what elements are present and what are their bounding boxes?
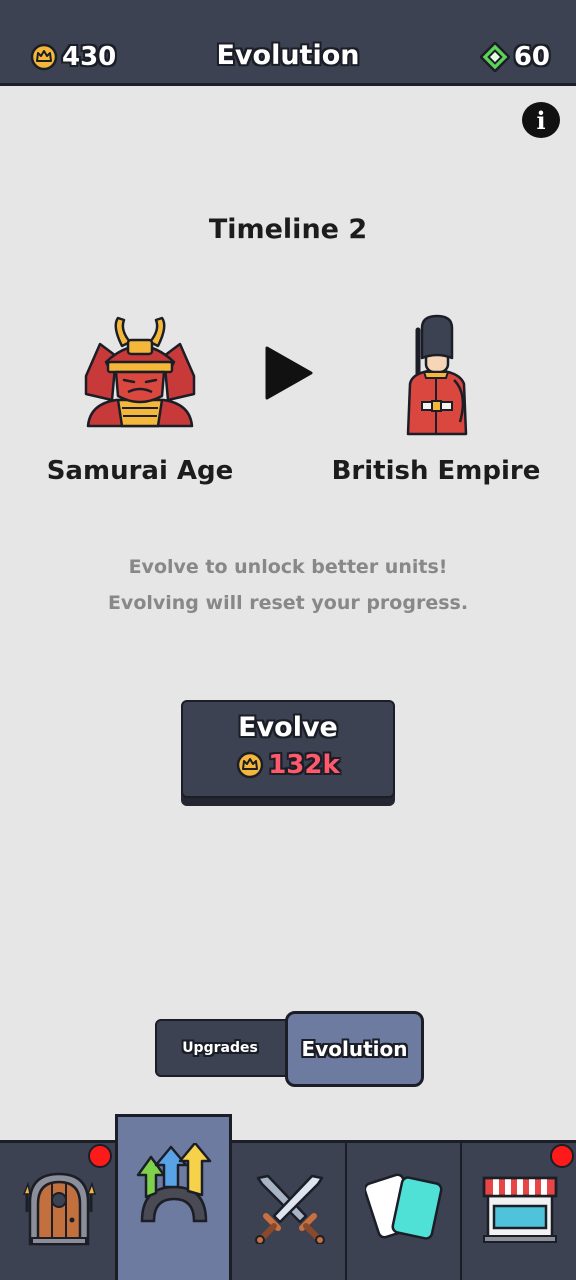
notification-dot: [88, 1144, 112, 1168]
current-era-label: Samurai Age: [46, 456, 234, 486]
timeline-title: Timeline 2: [208, 214, 368, 245]
evolve-button[interactable]: Evolve 132k: [181, 700, 395, 806]
crossed-swords-icon: [255, 1174, 325, 1244]
green-gem-icon: [479, 42, 510, 72]
evolve-cost-amount: 132k: [268, 750, 340, 780]
dungeon-door-icon: [22, 1172, 97, 1246]
samurai-helmet-icon: [84, 316, 196, 428]
evolution-arrows-icon: [136, 1143, 212, 1223]
shop-icon: [482, 1176, 558, 1243]
description-line-1: Evolve to unlock better units!: [128, 556, 448, 578]
info-icon[interactable]: i: [522, 102, 560, 138]
british-guard-icon: [406, 314, 468, 436]
gem-counter: 60: [479, 42, 550, 72]
description-line-2: Evolving will reset your progress.: [107, 592, 469, 614]
tab-upgrades-label: Upgrades: [182, 1040, 258, 1056]
play-arrow-icon: [265, 346, 313, 400]
cards-icon: [365, 1173, 443, 1240]
next-era-label: British Empire: [331, 456, 541, 486]
nav-tab-shop[interactable]: [460, 1140, 576, 1280]
evolve-cost: 132k: [181, 750, 395, 780]
notification-dot: [550, 1144, 574, 1168]
nav-tab-cards[interactable]: [345, 1140, 460, 1280]
crown-coin-icon: [236, 751, 264, 779]
gem-amount: 60: [513, 42, 550, 72]
evolve-button-label: Evolve: [238, 712, 338, 743]
nav-tab-battle[interactable]: [230, 1140, 345, 1280]
tab-evolution-label: Evolution: [301, 1037, 408, 1061]
tab-evolution[interactable]: Evolution: [285, 1011, 424, 1087]
nav-tab-dungeon[interactable]: [0, 1140, 115, 1280]
nav-tab-evolution[interactable]: [115, 1114, 232, 1280]
tab-upgrades[interactable]: Upgrades: [155, 1019, 305, 1077]
